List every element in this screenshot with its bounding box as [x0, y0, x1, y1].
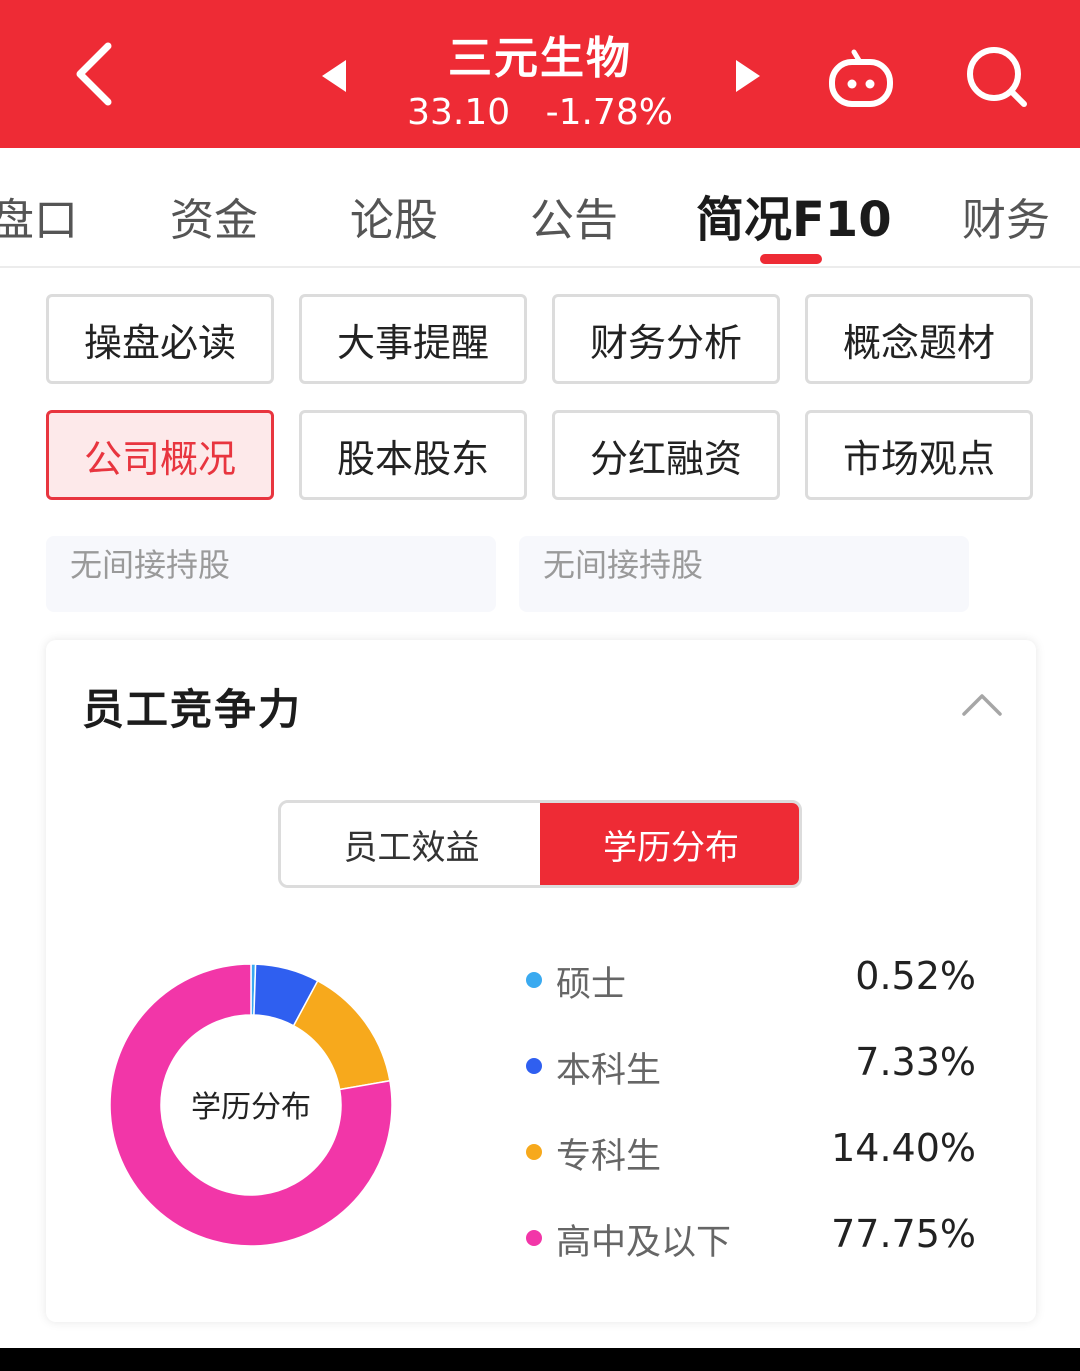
segment-education-distribution[interactable]: 学历分布: [540, 803, 799, 885]
main-content: 操盘必读 大事提醒 财务分析 概念题材 公司概况 股本股东 分红融资 市场观点 …: [0, 268, 1080, 1348]
legend-label: 硕士: [556, 965, 627, 1005]
tab-bar: 盘口 资金 论股 公告 简况F10 财务: [0, 148, 1080, 268]
segment-employee-benefit[interactable]: 员工效益: [281, 803, 542, 885]
tab-f10[interactable]: 简况F10: [696, 180, 892, 250]
stock-change: -1.78%: [545, 92, 673, 133]
legend-row-bachelor: 本科生 7.33%: [526, 1038, 976, 1091]
legend-dot: [526, 1058, 542, 1074]
stock-price: 33.10: [407, 92, 511, 133]
segment-control: 员工效益 学历分布: [278, 800, 802, 888]
menu-gongsi-gaikuang[interactable]: 公司概况: [46, 410, 274, 500]
stock-name: 三元生物: [448, 33, 632, 84]
legend-dot: [526, 1230, 542, 1246]
employee-competitiveness-card: 员工竞争力 员工效益 学历分布 学历分布 硕士 0.52% 本科生 7.33% …: [46, 640, 1036, 1322]
top-header: 三元生物 33.10 -1.78%: [0, 0, 1080, 148]
donut-center-label: 学历分布: [191, 1090, 311, 1125]
legend-dot: [526, 972, 542, 988]
indirect-holding-right: 无间接持股: [519, 536, 969, 612]
next-stock-icon[interactable]: [730, 58, 764, 94]
legend-row-master: 硕士 0.52%: [526, 952, 976, 1005]
menu-caiwu-fenxi[interactable]: 财务分析: [552, 294, 780, 384]
tab-lungu[interactable]: 论股: [350, 184, 438, 248]
active-tab-indicator: [760, 254, 822, 264]
menu-gainian-ticai[interactable]: 概念题材: [805, 294, 1033, 384]
tab-pankou[interactable]: 盘口: [0, 184, 78, 248]
price-line: 33.10 -1.78%: [340, 92, 740, 133]
tab-caiwu[interactable]: 财务: [962, 184, 1050, 248]
menu-dashi-tixing[interactable]: 大事提醒: [299, 294, 527, 384]
legend-value: 14.40%: [831, 1126, 976, 1170]
search-icon[interactable]: [962, 44, 1032, 110]
chevron-up-icon[interactable]: [960, 686, 1004, 722]
system-nav-bar: [0, 1348, 1080, 1371]
menu-shichang-guandian[interactable]: 市场观点: [805, 410, 1033, 500]
tab-gonggao[interactable]: 公告: [530, 184, 618, 248]
legend-row-high-school-below: 高中及以下 77.75%: [526, 1210, 976, 1263]
legend-value: 77.75%: [831, 1212, 976, 1256]
legend-value: 7.33%: [855, 1040, 976, 1084]
legend-row-junior-college: 专科生 14.40%: [526, 1124, 976, 1177]
legend-label: 专科生: [556, 1137, 662, 1177]
indirect-holding-left: 无间接持股: [46, 536, 496, 612]
menu-caopan-bidu[interactable]: 操盘必读: [46, 294, 274, 384]
robot-icon[interactable]: [826, 44, 896, 110]
legend-value: 0.52%: [855, 954, 976, 998]
back-icon[interactable]: [62, 36, 132, 112]
menu-fenhong-rongzi[interactable]: 分红融资: [552, 410, 780, 500]
menu-guben-gudong[interactable]: 股本股东: [299, 410, 527, 500]
legend-dot: [526, 1144, 542, 1160]
tab-zijin[interactable]: 资金: [170, 184, 258, 248]
legend-label: 高中及以下: [556, 1223, 732, 1263]
card-title: 员工竞争力: [82, 685, 303, 734]
legend-label: 本科生: [556, 1051, 662, 1091]
